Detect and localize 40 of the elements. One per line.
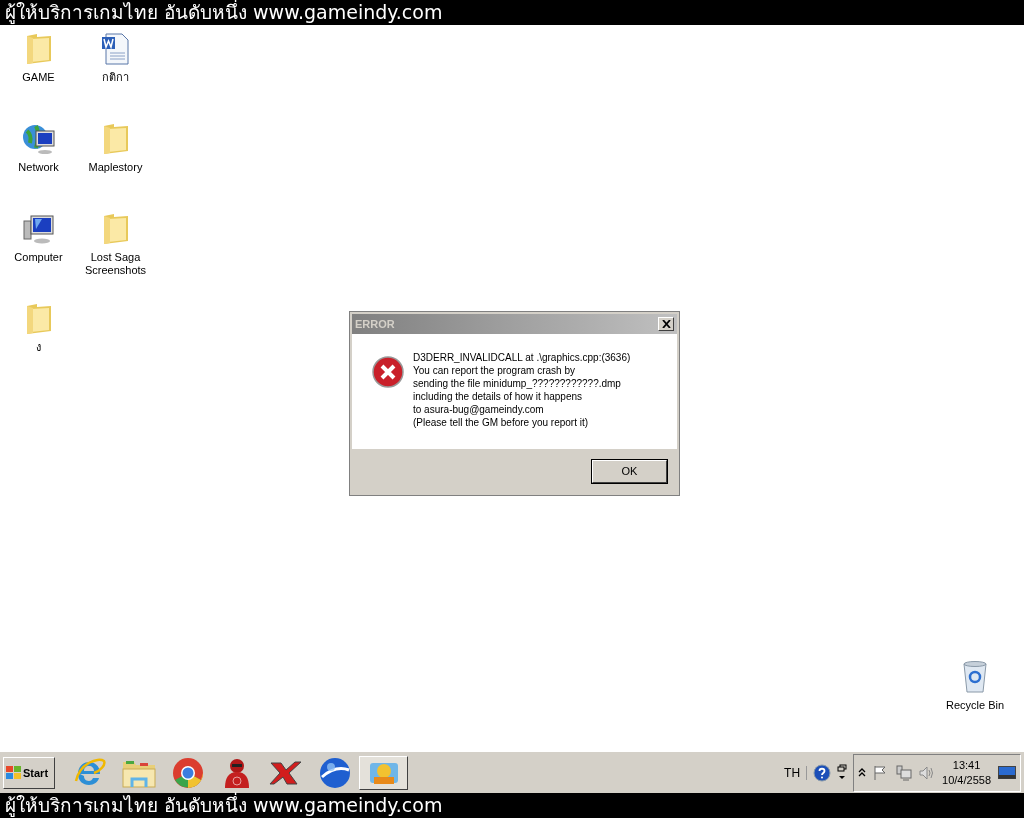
folder-icon — [101, 123, 130, 155]
x-logo-icon — [268, 760, 303, 785]
globe-icon — [318, 756, 351, 789]
folder-icon — [101, 213, 130, 245]
error-message-line: including the details of how it happens — [413, 390, 583, 403]
banner-text: ผู้ให้บริการเกมไทย อันดับหนึ่ง www.gameindy.com — [5, 0, 443, 25]
trash-bin-icon — [963, 661, 987, 693]
error-icon — [372, 356, 404, 388]
globe-monitor-icon — [21, 123, 56, 155]
error-message-line: D3DERR_INVALIDCALL at .\graphics.cpp:(3636) — [413, 351, 631, 364]
network-icon[interactable] — [896, 764, 913, 781]
desktop-icon-label[interactable]: Lost Saga Screenshots — [79, 251, 152, 277]
desktop-icon-label[interactable]: กติกา — [79, 71, 152, 84]
language-indicator[interactable]: TH — [778, 765, 808, 780]
chevron-up-icon[interactable] — [858, 767, 867, 778]
computer-icon — [21, 213, 56, 245]
desktop-icon-label[interactable]: GAME — [2, 71, 75, 84]
taskbar-button[interactable] — [359, 755, 408, 790]
desktop-icon-label[interactable]: Recycle Bin — [939, 699, 1011, 712]
error-message-line: sending the file minidump_????????????.dmp — [413, 377, 622, 390]
folder-icon — [24, 303, 53, 335]
windows-logo-icon[interactable] — [6, 765, 22, 780]
chrome-icon — [171, 756, 204, 789]
desktop-icon-label[interactable]: ง — [2, 341, 75, 354]
monitor-icon[interactable] — [998, 765, 1016, 780]
start-button[interactable]: Start — [3, 756, 55, 789]
speaker-icon[interactable] — [919, 764, 936, 781]
ok-button[interactable]: OK — [592, 459, 667, 483]
document-icon — [99, 33, 132, 65]
banner-text: ผู้ให้บริการเกมไทย อันดับหนึ่ง www.gameindy.com — [5, 793, 443, 818]
error-message-line: You can report the program crash by — [413, 364, 576, 377]
error-message-line: (Please tell the GM before you report it) — [413, 416, 590, 429]
folder-icon — [24, 33, 53, 65]
desktop-icon-label[interactable]: Network — [2, 161, 75, 174]
window-title: ERROR — [355, 318, 395, 330]
help-icon[interactable] — [813, 763, 832, 782]
desktop-icon-label[interactable]: Computer — [2, 251, 75, 264]
error-message-line: to asura-bug@gameindy.com — [413, 403, 545, 416]
restore-icon[interactable] — [837, 763, 848, 782]
desktop-icon-label[interactable]: Maplestory — [79, 161, 152, 174]
